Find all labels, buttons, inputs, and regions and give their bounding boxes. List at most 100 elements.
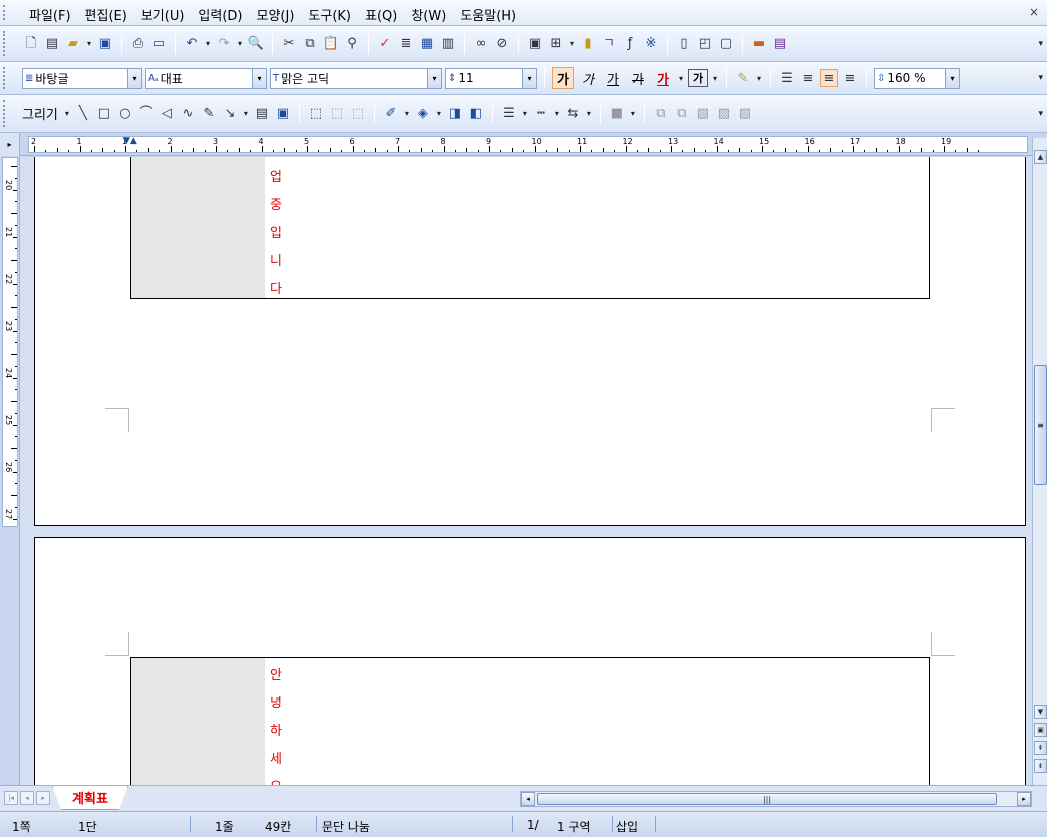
tab-next-button[interactable]: ▸ (36, 791, 50, 805)
menu-item[interactable]: 편집(E) (78, 5, 134, 24)
vertical-scrollbar[interactable]: ▲ ≡ ▼ ▣ ⇞ ⇟ (1032, 138, 1047, 785)
bold-button[interactable]: 가 (552, 67, 574, 89)
hyperlink-icon[interactable]: ∞ (472, 35, 490, 53)
connector-tool-icon[interactable]: ↘ (221, 105, 239, 123)
line-tool-icon[interactable]: ╲ (74, 105, 92, 123)
menu-item[interactable]: 파일(F) (22, 5, 78, 24)
indent-marker-icon[interactable]: ▼▲ (123, 137, 137, 152)
pen-tool-icon[interactable]: ✎ (200, 105, 218, 123)
font-size-select[interactable]: ⇕ 11 ▾ (445, 67, 537, 89)
table-cell-grey[interactable] (130, 657, 266, 785)
highlighter-dropdown-icon[interactable]: ▾ (755, 74, 763, 83)
shape-icon[interactable]: ◰ (696, 35, 714, 53)
rectangle-tool-icon[interactable]: □ (95, 105, 113, 123)
font-select[interactable]: T 맑은 고딕 ▾ (270, 67, 442, 89)
bring-front-icon[interactable]: ◨ (446, 105, 464, 123)
tab-first-button[interactable]: |◂ (4, 791, 18, 805)
strikethrough-button[interactable]: 가 (627, 67, 649, 89)
find-icon[interactable]: 🔍 (247, 35, 265, 53)
status-page[interactable]: 1쪽 (12, 818, 31, 835)
close-document-button[interactable]: × (1029, 5, 1039, 19)
menu-item[interactable]: 입력(D) (191, 5, 249, 24)
line-dash-icon[interactable]: ┅ (532, 105, 550, 123)
table-cell-text[interactable] (265, 657, 930, 785)
style-select[interactable]: ≣ 바탕글 ▾ (22, 67, 142, 89)
spellcheck-icon[interactable]: ✓ (376, 35, 394, 53)
page-view-button[interactable]: ▣ (1034, 723, 1047, 737)
horizontal-scroll-thumb[interactable]: ||| (537, 793, 997, 805)
scroll-left-button[interactable]: ◂ (521, 792, 535, 806)
tab-plan[interactable]: 계획표 (52, 786, 128, 810)
menu-item[interactable]: 모양(J) (250, 5, 302, 24)
toolbar-more-icon[interactable]: ▾ (1038, 73, 1043, 83)
fill-color-dropdown-icon[interactable]: ▾ (435, 109, 443, 118)
table-icon[interactable]: ⊞ (547, 35, 565, 53)
style-icon[interactable]: ▦ (418, 35, 436, 53)
curve-tool-icon[interactable]: ∿ (179, 105, 197, 123)
italic-button[interactable]: 가 (577, 67, 599, 89)
textbox-tool-icon[interactable]: ▤ (253, 105, 271, 123)
document-area[interactable]: 업중입니다 안녕하세요 (20, 157, 1032, 785)
outline-icon[interactable]: ▤ (771, 35, 789, 53)
distribute-objects-icon[interactable]: ⧉ (673, 105, 691, 123)
picture-tool-icon[interactable]: ▣ (274, 105, 292, 123)
line-style-icon[interactable]: ☰ (500, 105, 518, 123)
undo-dropdown-icon[interactable]: ▾ (204, 39, 212, 48)
redo-icon[interactable]: ↷ (215, 35, 233, 53)
chevron-down-icon[interactable]: ▾ (252, 68, 266, 88)
toolbar-more-icon[interactable]: ▾ (1038, 39, 1043, 49)
cut-icon[interactable]: ✂ (280, 35, 298, 53)
prev-page-button[interactable]: ⇞ (1034, 741, 1047, 755)
highlighter-icon[interactable]: ✎ (734, 69, 752, 87)
char-shape-button[interactable]: 가 (688, 69, 708, 87)
toolbar-grip[interactable] (3, 67, 7, 89)
template-icon[interactable]: ▤ (43, 35, 61, 53)
draw-menu-label[interactable]: 그리기 (22, 104, 58, 123)
vertical-scroll-thumb[interactable]: ≡ (1034, 365, 1047, 485)
font-lang-select[interactable]: Aₐ 대표 ▾ (145, 67, 267, 89)
select-object-icon[interactable]: ⬚ (307, 105, 325, 123)
draw-dropdown-icon[interactable]: ▾ (63, 109, 71, 118)
menu-item[interactable]: 표(Q) (358, 5, 404, 24)
frame-icon[interactable]: ▢ (717, 35, 735, 53)
image-effect-icon[interactable]: ▧ (736, 105, 754, 123)
scroll-right-button[interactable]: ▸ (1017, 792, 1031, 806)
arrow-style-icon[interactable]: ⇆ (564, 105, 582, 123)
line-color-dropdown-icon[interactable]: ▾ (403, 109, 411, 118)
shadow-icon[interactable]: ■ (608, 105, 626, 123)
send-back-icon[interactable]: ◧ (467, 105, 485, 123)
copy-icon[interactable]: ⧉ (301, 35, 319, 53)
hanja-icon[interactable]: ㄱ (600, 35, 618, 53)
menu-item[interactable]: 보기(U) (134, 5, 192, 24)
table-cell-grey[interactable] (130, 157, 266, 299)
flip-icon[interactable]: ▧ (715, 105, 733, 123)
align-left-icon[interactable]: ≡ (799, 69, 817, 87)
format-painter-icon[interactable]: ⚲ (343, 35, 361, 53)
arrow-style-dropdown-icon[interactable]: ▾ (585, 109, 593, 118)
align-center-icon[interactable]: ≡ (820, 69, 838, 87)
font-color-button[interactable]: 가 (652, 67, 674, 89)
chevron-down-icon[interactable]: ▾ (945, 68, 959, 88)
new-doc-icon[interactable]: 🗋 (22, 35, 40, 53)
toolbar-more-icon[interactable]: ▾ (1038, 109, 1043, 119)
align-right-icon[interactable]: ≡ (841, 69, 859, 87)
align-justify-icon[interactable]: ☰ (778, 69, 796, 87)
scroll-up-button[interactable]: ▲ (1034, 150, 1047, 164)
arc-tool-icon[interactable]: ⌒ (137, 105, 155, 123)
horizontal-scrollbar[interactable]: ◂ ||| ▸ (520, 791, 1032, 807)
page-2[interactable]: 안녕하세요 (34, 537, 1026, 785)
align-objects-icon[interactable]: ⧉ (652, 105, 670, 123)
save-icon[interactable]: ▣ (96, 35, 114, 53)
picture-icon[interactable]: ▣ (526, 35, 544, 53)
chevron-down-icon[interactable]: ▾ (427, 68, 441, 88)
chart-icon[interactable]: ▮ (579, 35, 597, 53)
line-style-dropdown-icon[interactable]: ▾ (521, 109, 529, 118)
table-dropdown-icon[interactable]: ▾ (568, 39, 576, 48)
formula-icon[interactable]: ƒ (621, 35, 639, 53)
status-mode[interactable]: 삽입 (616, 818, 638, 835)
memo-icon[interactable]: ▬ (750, 35, 768, 53)
open-folder-icon[interactable]: ▰ (64, 35, 82, 53)
ruler-strip[interactable]: 2 1 1 2 3 4 5 6 7 8 9 10 11 12 13 14 15 16 17 18 19 ▼▲ (28, 136, 1028, 153)
ruler-tab-selector[interactable]: ▸ (0, 133, 20, 156)
ellipse-tool-icon[interactable]: ○ (116, 105, 134, 123)
